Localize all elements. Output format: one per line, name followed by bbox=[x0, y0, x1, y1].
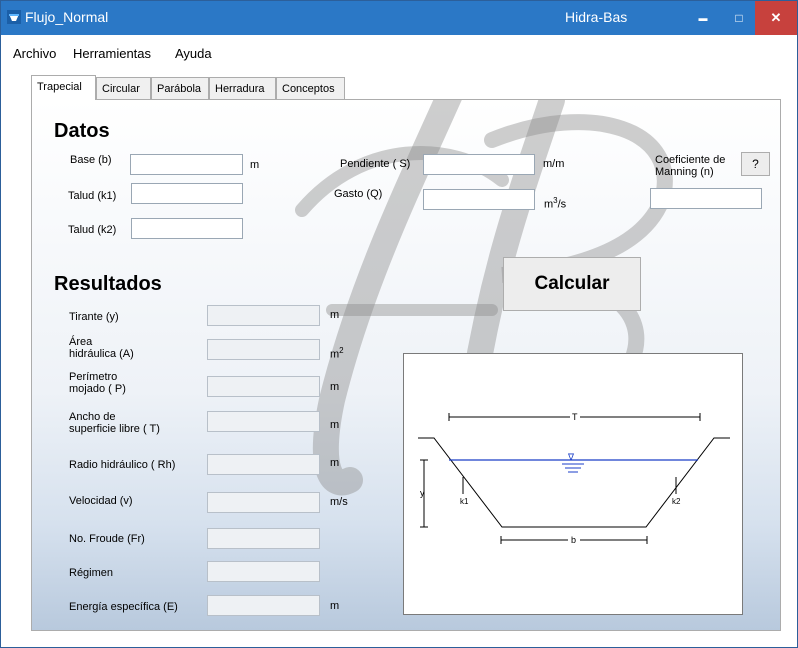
gasto-unit-base: m bbox=[544, 198, 554, 211]
trapezoid-diagram: ∇ T b y k1 k2 bbox=[403, 353, 743, 615]
energia-unit: m bbox=[330, 600, 340, 612]
tab-herradura[interactable]: Herradura bbox=[209, 77, 276, 99]
manning-label-line1: Coeficiente de bbox=[655, 154, 726, 166]
froude-output bbox=[207, 528, 320, 549]
datos-heading: Datos bbox=[54, 120, 110, 142]
calcular-button[interactable]: Calcular bbox=[503, 257, 641, 311]
base-unit: m bbox=[250, 159, 260, 171]
resultados-heading: Resultados bbox=[54, 273, 162, 295]
tab-conceptos[interactable]: Conceptos bbox=[276, 77, 345, 99]
minimize-button[interactable]: ▬ bbox=[685, 1, 721, 35]
maximize-button[interactable]: □ bbox=[721, 1, 757, 35]
minimize-icon: ▬ bbox=[698, 13, 708, 23]
area-unit: m2 bbox=[330, 346, 344, 361]
menu-ayuda[interactable]: Ayuda bbox=[175, 46, 212, 61]
perimetro-label-line2: mojado ( P) bbox=[69, 383, 126, 395]
diagram-k2-label: k2 bbox=[672, 497, 681, 506]
app-icon bbox=[7, 10, 21, 24]
pendiente-unit: m/m bbox=[543, 158, 565, 170]
area-label-line2: hidráulica (A) bbox=[69, 348, 134, 360]
app-name: Hidra-Bas bbox=[565, 9, 628, 25]
pendiente-input[interactable] bbox=[423, 154, 535, 175]
radio-label: Radio hidráulico ( Rh) bbox=[69, 459, 176, 471]
ancho-label-line1: Ancho de bbox=[69, 411, 116, 423]
perimetro-label-line1: Perímetro bbox=[69, 371, 118, 383]
regimen-output bbox=[207, 561, 320, 582]
close-button[interactable]: ✕ bbox=[755, 1, 797, 35]
ancho-unit: m bbox=[330, 419, 340, 431]
area-unit-base: m bbox=[330, 348, 340, 361]
base-input[interactable] bbox=[130, 154, 243, 175]
velocidad-label: Velocidad (v) bbox=[69, 495, 133, 507]
area-output bbox=[207, 339, 320, 360]
diagram-bottom-width-label: b bbox=[571, 535, 576, 545]
regimen-label: Régimen bbox=[69, 567, 114, 579]
channel-section-drawing: ∇ T b y k1 k2 bbox=[418, 412, 730, 545]
water-surface-icon: ∇ bbox=[567, 452, 575, 462]
main-window: Flujo_Normal Hidra-Bas ▬ □ ✕ Archivo Her… bbox=[0, 0, 798, 648]
close-icon: ✕ bbox=[770, 10, 782, 25]
gasto-input[interactable] bbox=[423, 189, 535, 210]
tirante-output bbox=[207, 305, 320, 326]
window-title: Flujo_Normal bbox=[25, 9, 109, 25]
base-label: Base (b) bbox=[70, 154, 112, 166]
diagram-k1-label: k1 bbox=[460, 497, 469, 506]
manning-input[interactable] bbox=[650, 188, 762, 209]
tab-circular[interactable]: Circular bbox=[96, 77, 151, 99]
ancho-output bbox=[207, 411, 320, 432]
gasto-label: Gasto (Q) bbox=[334, 188, 383, 200]
diagram-top-width-label: T bbox=[572, 412, 578, 422]
radio-output bbox=[207, 454, 320, 475]
energia-label: Energía específica (E) bbox=[69, 601, 178, 613]
gasto-unit: m3/s bbox=[544, 196, 566, 211]
froude-label: No. Froude (Fr) bbox=[69, 533, 145, 545]
area-unit-exponent: 2 bbox=[339, 346, 344, 355]
gasto-unit-tail: /s bbox=[557, 198, 567, 211]
radio-unit: m bbox=[330, 457, 340, 469]
velocidad-output bbox=[207, 492, 320, 513]
manning-help-button[interactable]: ? bbox=[741, 152, 770, 176]
tirante-label: Tirante (y) bbox=[69, 311, 119, 323]
title-bar[interactable]: Flujo_Normal Hidra-Bas ▬ □ ✕ bbox=[1, 1, 797, 35]
talud-k2-label: Talud (k2) bbox=[68, 224, 117, 236]
perimetro-unit: m bbox=[330, 381, 340, 393]
maximize-icon: □ bbox=[735, 11, 743, 25]
ancho-label-line2: superficie libre ( T) bbox=[69, 423, 160, 435]
energia-output bbox=[207, 595, 320, 616]
menu-bar: Archivo Herramientas Ayuda bbox=[1, 35, 797, 73]
velocidad-unit: m/s bbox=[330, 496, 348, 508]
talud-k1-input[interactable] bbox=[131, 183, 243, 204]
menu-archivo[interactable]: Archivo bbox=[13, 46, 56, 61]
tab-trapecial[interactable]: Trapecial bbox=[31, 75, 96, 100]
perimetro-output bbox=[207, 376, 320, 397]
tirante-unit: m bbox=[330, 309, 340, 321]
pendiente-label: Pendiente ( S) bbox=[340, 158, 411, 170]
manning-label-line2: Manning (n) bbox=[655, 166, 714, 178]
area-label-line1: Área bbox=[69, 336, 93, 348]
diagram-depth-label: y bbox=[420, 488, 425, 498]
menu-herramientas[interactable]: Herramientas bbox=[73, 46, 151, 61]
talud-k2-input[interactable] bbox=[131, 218, 243, 239]
tab-parabola[interactable]: Parábola bbox=[151, 77, 209, 99]
talud-k1-label: Talud (k1) bbox=[68, 190, 117, 202]
trapecial-panel: Datos Base (b) m Talud (k1) Talud (k2) P… bbox=[31, 99, 781, 631]
